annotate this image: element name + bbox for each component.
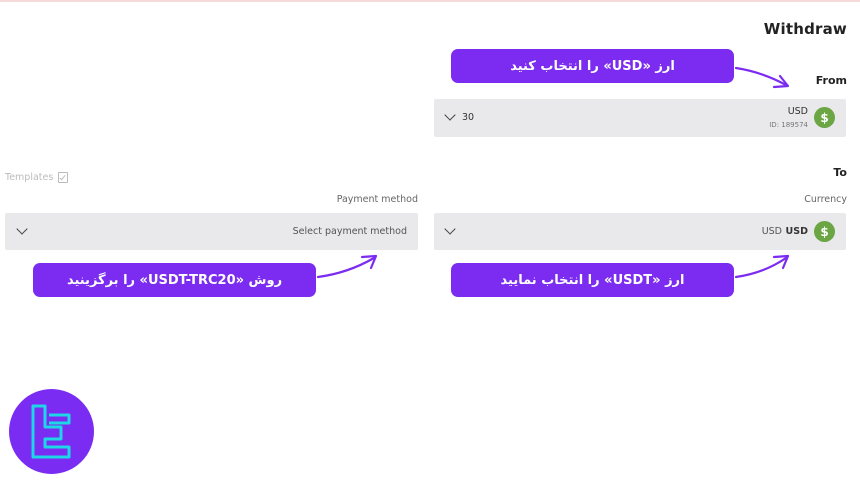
page-title: Withdraw — [763, 20, 847, 38]
from-account-id: ID: 189574 — [769, 121, 808, 129]
from-account-select[interactable]: 30 USD ID: 189574 $ — [434, 99, 846, 137]
from-label: From — [815, 74, 847, 87]
callout-select-usdt: ارز «USDT» را انتخاب نمایید — [451, 263, 734, 297]
currency-label: Currency — [804, 194, 847, 205]
payment-method-placeholder: Select payment method — [292, 226, 407, 237]
payment-method-select[interactable]: Select payment method — [5, 213, 418, 250]
arrow-icon — [734, 254, 790, 279]
dollar-coin-icon: $ — [814, 221, 835, 242]
chevron-down-icon[interactable] — [444, 109, 456, 121]
templates-link[interactable]: Templates — [5, 172, 53, 183]
callout-select-payment-method: روش «USDT-TRC20» را برگزینید — [33, 263, 316, 297]
payment-method-label: Payment method — [336, 194, 418, 205]
checkbox-icon[interactable] — [58, 172, 68, 183]
top-border — [0, 0, 860, 2]
chevron-down-icon[interactable] — [16, 223, 28, 235]
to-currency-select[interactable]: USD USD $ — [434, 213, 846, 250]
to-label: To — [833, 166, 847, 179]
callout-select-usd: ارز «USD» را انتخاب کنید — [451, 49, 734, 83]
brand-logo-icon — [9, 389, 94, 474]
to-currency-code: USD — [785, 226, 808, 237]
from-amount: 30 — [462, 112, 475, 123]
arrow-icon — [734, 66, 790, 89]
from-currency: USD — [787, 106, 808, 117]
chevron-down-icon[interactable] — [444, 223, 456, 235]
arrow-icon — [316, 254, 378, 279]
dollar-coin-icon: $ — [814, 107, 835, 128]
to-currency-value: USD — [761, 226, 782, 237]
